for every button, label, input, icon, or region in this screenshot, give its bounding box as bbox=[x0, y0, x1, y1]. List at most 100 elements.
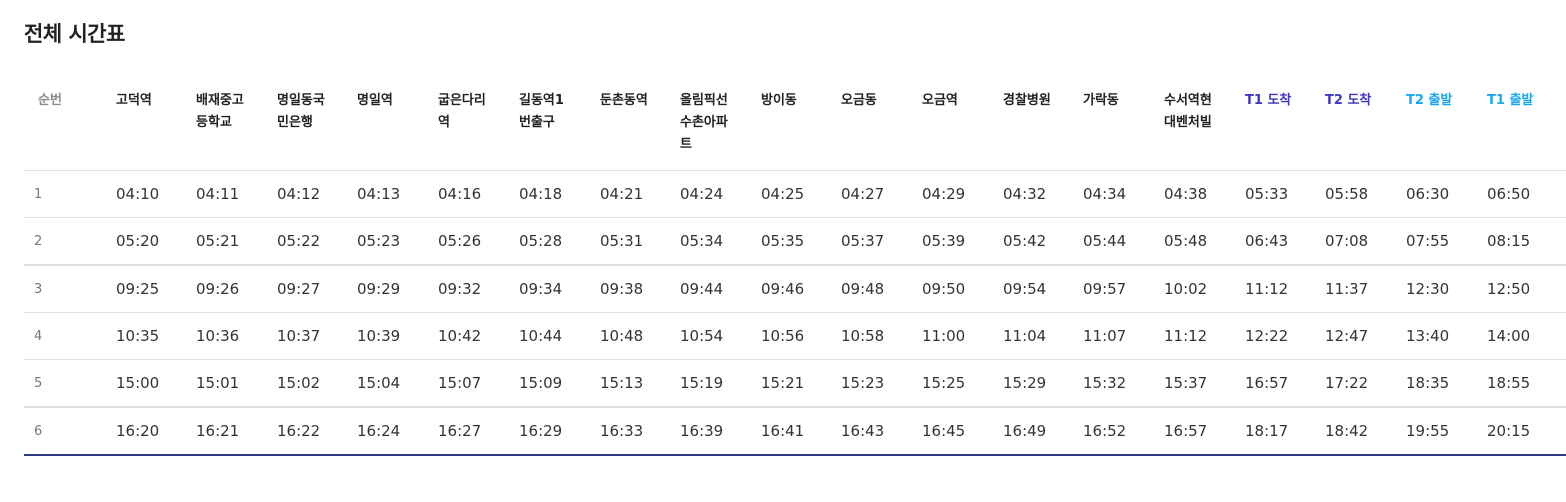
time-cell-t2-arr: 05:58 bbox=[1325, 170, 1406, 218]
time-cell-s12: 05:42 bbox=[1003, 217, 1083, 265]
row-number-cell: 3 bbox=[24, 264, 116, 313]
time-cell-s10: 04:27 bbox=[841, 170, 922, 218]
time-cell-t2-arr: 18:42 bbox=[1325, 406, 1406, 456]
time-cell-t1-dep: 20:15 bbox=[1487, 406, 1566, 456]
column-header-line: T2 출발 bbox=[1406, 93, 1453, 108]
time-cell-s13: 15:32 bbox=[1083, 359, 1164, 407]
column-header-s9: 방이동 bbox=[761, 78, 841, 171]
table-row: 4 10:35 10:36 10:37 10:39 10:42 10:44 10:48 10:5… bbox=[24, 312, 1566, 360]
time-cell-t1-arr: 06:43 bbox=[1245, 217, 1325, 265]
time-cell-t2-dep: 12:30 bbox=[1406, 264, 1487, 313]
column-header-line: T2 도착 bbox=[1325, 93, 1372, 108]
column-header-s13: 가락동 bbox=[1083, 78, 1164, 171]
time-cell-s11: 16:45 bbox=[922, 406, 1003, 456]
column-header-line: 순번 bbox=[38, 93, 62, 108]
column-header-t1-dep: T1 출발 bbox=[1487, 78, 1566, 171]
time-cell-s12: 15:29 bbox=[1003, 359, 1083, 407]
time-cell-s10: 10:58 bbox=[841, 312, 922, 360]
time-cell-s13: 05:44 bbox=[1083, 217, 1164, 265]
time-cell-t1-dep: 18:55 bbox=[1487, 359, 1566, 407]
time-cell-s10: 16:43 bbox=[841, 406, 922, 456]
time-cell-s3: 16:22 bbox=[277, 406, 357, 456]
time-cell-s13: 16:52 bbox=[1083, 406, 1164, 456]
column-header-s6: 길동역1 번출구 bbox=[519, 78, 600, 171]
header-row: 순번 고덕역 배재중고 등학교 명일동국 민은행 명일역 굽은다리 역 길동역1 번출구 둔촌동역 올림… bbox=[24, 78, 1566, 171]
column-header-t2-arr: T2 도착 bbox=[1325, 78, 1406, 171]
column-header-line: 수촌아파 bbox=[680, 115, 728, 130]
time-cell-s2: 04:11 bbox=[196, 170, 277, 218]
time-cell-s14: 11:12 bbox=[1164, 312, 1245, 360]
column-header-line: 수서역현 bbox=[1164, 93, 1212, 108]
column-header-line: 굽은다리 bbox=[438, 93, 486, 108]
row-number-cell: 2 bbox=[24, 217, 116, 265]
time-cell-s11: 04:29 bbox=[922, 170, 1003, 218]
time-cell-s4: 10:39 bbox=[357, 312, 438, 360]
table-row: 2 05:20 05:21 05:22 05:23 05:26 05:28 05:31 05:3… bbox=[24, 217, 1566, 265]
time-cell-s5: 15:07 bbox=[438, 359, 519, 407]
time-cell-s11: 15:25 bbox=[922, 359, 1003, 407]
column-header-line: 등학교 bbox=[196, 115, 232, 130]
time-cell-s9: 15:21 bbox=[761, 359, 841, 407]
time-cell-s9: 16:41 bbox=[761, 406, 841, 456]
time-cell-t2-dep: 19:55 bbox=[1406, 406, 1487, 456]
time-cell-s13: 11:07 bbox=[1083, 312, 1164, 360]
time-cell-t2-arr: 07:08 bbox=[1325, 217, 1406, 265]
time-cell-t2-dep: 13:40 bbox=[1406, 312, 1487, 360]
time-cell-s11: 05:39 bbox=[922, 217, 1003, 265]
time-cell-s9: 10:56 bbox=[761, 312, 841, 360]
time-cell-s6: 04:18 bbox=[519, 170, 600, 218]
time-cell-s1: 10:35 bbox=[116, 312, 196, 360]
column-header-s4: 명일역 bbox=[357, 78, 438, 171]
timetable-page: 전체 시간표 순번 고덕역 배재중고 등학교 명일동국 민은행 명일역 굽은다리 역 길동역1 번출… bbox=[0, 0, 1566, 502]
column-header-line: 명일역 bbox=[357, 93, 393, 108]
table-row: 5 15:00 15:01 15:02 15:04 15:07 15:09 15:13 15:1… bbox=[24, 359, 1566, 407]
column-header-t2-dep: T2 출발 bbox=[1406, 78, 1487, 171]
column-header-s10: 오금동 bbox=[841, 78, 922, 171]
column-header-t1-arr: T1 도착 bbox=[1245, 78, 1325, 171]
time-cell-s14: 04:38 bbox=[1164, 170, 1245, 218]
column-header-s11: 오금역 bbox=[922, 78, 1003, 171]
column-header-order: 순번 bbox=[24, 78, 116, 171]
time-cell-s11: 11:00 bbox=[922, 312, 1003, 360]
column-header-line: 역 bbox=[438, 115, 450, 130]
column-header-s5: 굽은다리역 bbox=[438, 78, 519, 171]
column-header-line: 명일동국 bbox=[277, 93, 325, 108]
time-cell-s13: 09:57 bbox=[1083, 264, 1164, 313]
time-cell-s2: 10:36 bbox=[196, 312, 277, 360]
row-number-cell: 6 bbox=[24, 406, 116, 456]
time-cell-t2-dep: 07:55 bbox=[1406, 217, 1487, 265]
column-header-line: 번출구 bbox=[519, 115, 555, 130]
time-cell-s1: 05:20 bbox=[116, 217, 196, 265]
time-cell-s1: 04:10 bbox=[116, 170, 196, 218]
time-cell-s12: 09:54 bbox=[1003, 264, 1083, 313]
table-row: 3 09:25 09:26 09:27 09:29 09:32 09:34 09:38 09:4… bbox=[24, 264, 1566, 313]
column-header-line: 둔촌동역 bbox=[600, 93, 648, 108]
time-cell-s12: 04:32 bbox=[1003, 170, 1083, 218]
time-cell-s7: 10:48 bbox=[600, 312, 680, 360]
time-cell-s7: 15:13 bbox=[600, 359, 680, 407]
time-cell-s4: 15:04 bbox=[357, 359, 438, 407]
time-cell-s5: 09:32 bbox=[438, 264, 519, 313]
time-cell-s14: 15:37 bbox=[1164, 359, 1245, 407]
time-cell-s8: 05:34 bbox=[680, 217, 761, 265]
time-cell-s8: 04:24 bbox=[680, 170, 761, 218]
time-cell-s7: 16:33 bbox=[600, 406, 680, 456]
column-header-line: 배재중고 bbox=[196, 93, 244, 108]
time-cell-s6: 16:29 bbox=[519, 406, 600, 456]
time-cell-s8: 10:54 bbox=[680, 312, 761, 360]
time-cell-s2: 09:26 bbox=[196, 264, 277, 313]
time-cell-t1-arr: 16:57 bbox=[1245, 359, 1325, 407]
time-cell-s14: 16:57 bbox=[1164, 406, 1245, 456]
time-cell-s4: 04:13 bbox=[357, 170, 438, 218]
time-cell-s3: 10:37 bbox=[277, 312, 357, 360]
column-header-s8: 올림픽선 수촌아파 트 bbox=[680, 78, 761, 171]
table-row: 1 04:10 04:11 04:12 04:13 04:16 04:18 04:21 04:2… bbox=[24, 170, 1566, 218]
time-cell-s3: 09:27 bbox=[277, 264, 357, 313]
time-cell-s7: 04:21 bbox=[600, 170, 680, 218]
time-cell-t2-dep: 06:30 bbox=[1406, 170, 1487, 218]
time-cell-t1-dep: 12:50 bbox=[1487, 264, 1566, 313]
column-header-line: 대벤처빌 bbox=[1164, 115, 1212, 130]
time-cell-s8: 15:19 bbox=[680, 359, 761, 407]
time-cell-s5: 16:27 bbox=[438, 406, 519, 456]
timetable-body: 1 04:10 04:11 04:12 04:13 04:16 04:18 04:21 04:2… bbox=[24, 170, 1566, 456]
